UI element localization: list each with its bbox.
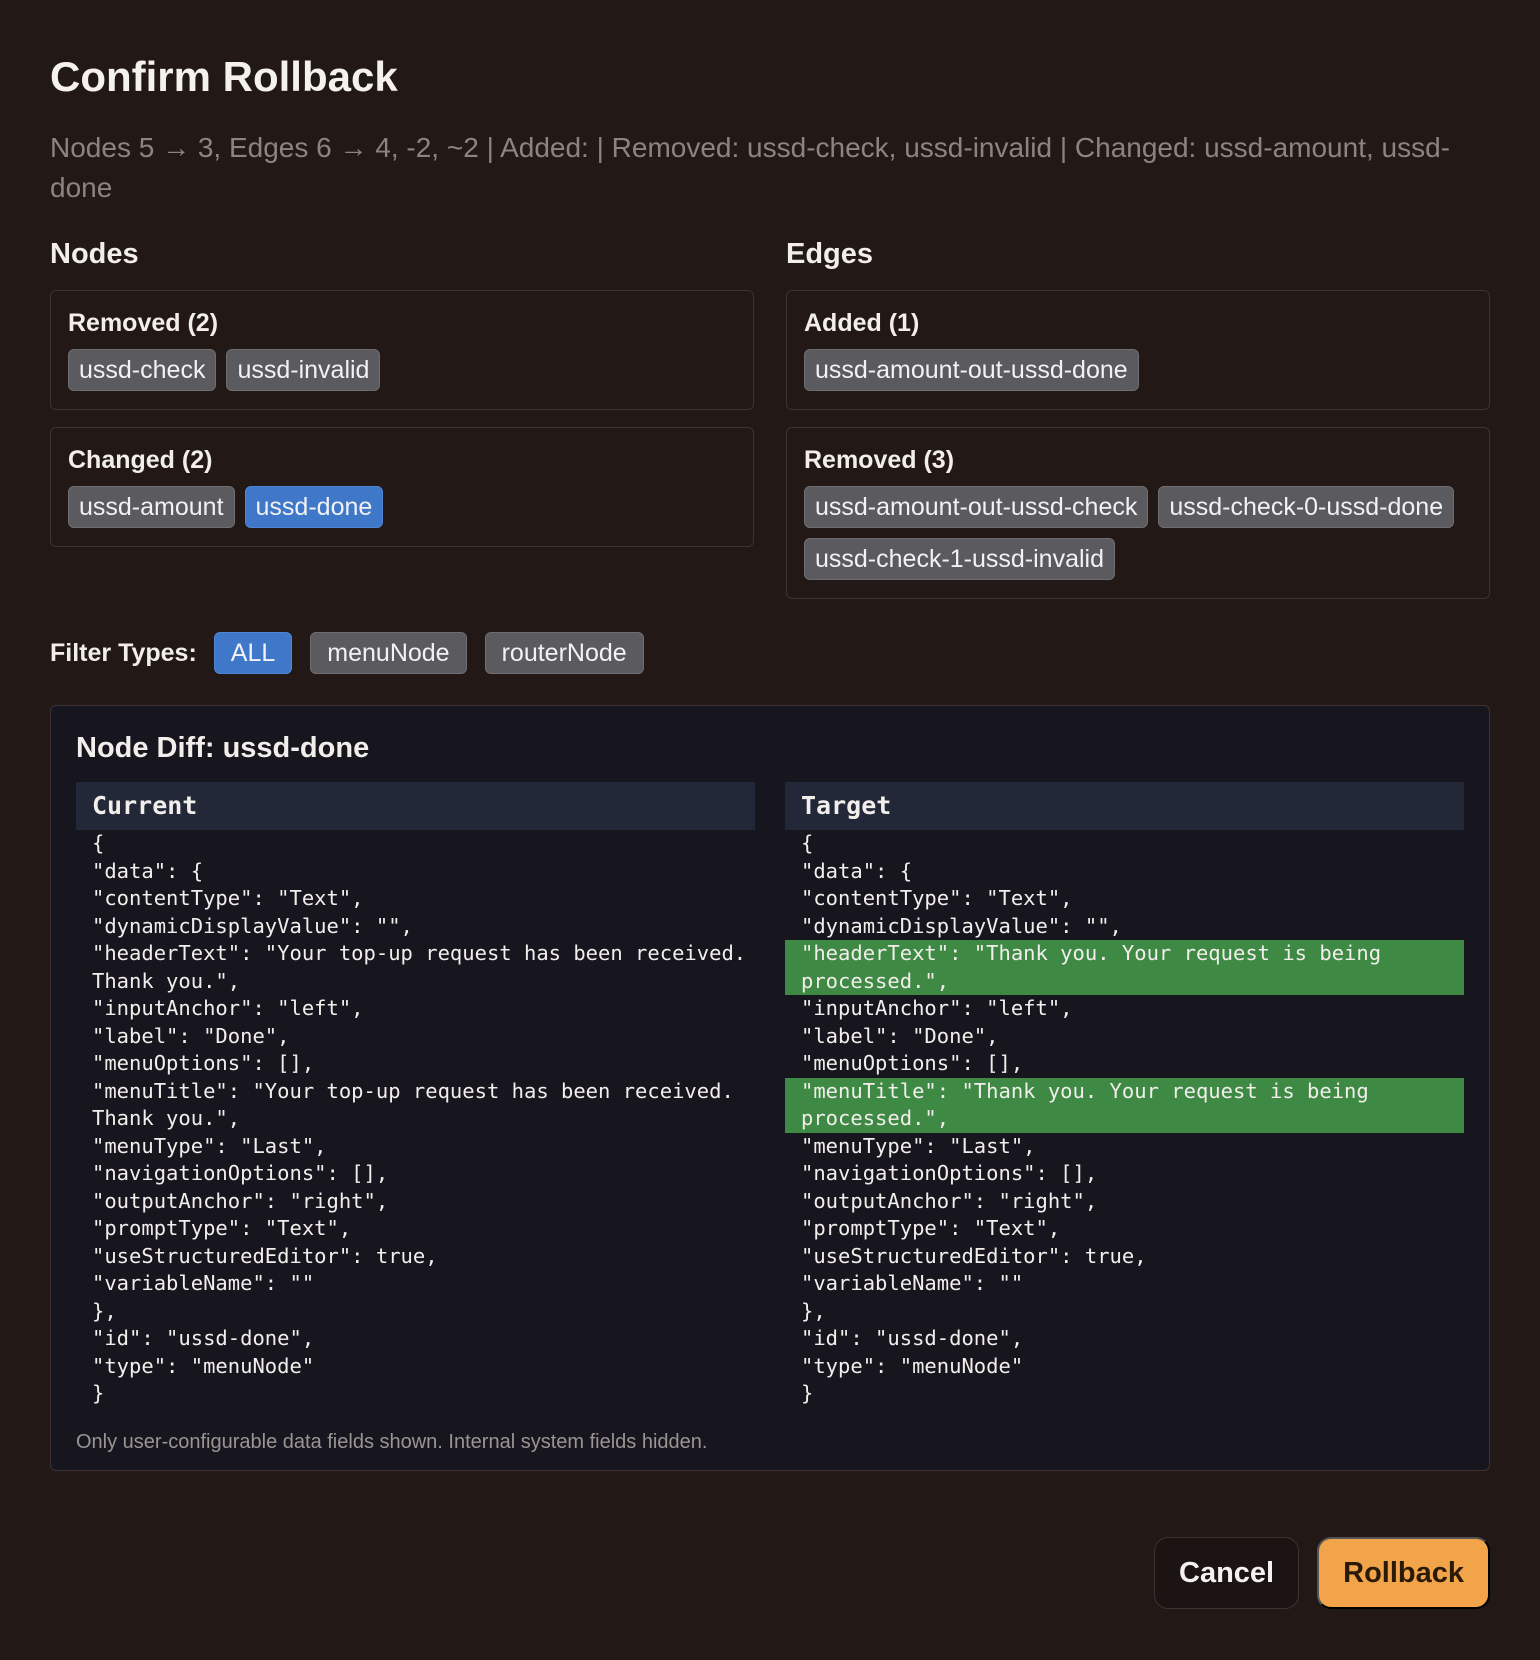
code-line: } (92, 1381, 105, 1405)
code-line: "menuType": "Last", (92, 1133, 327, 1158)
node-chip[interactable]: ussd-done (244, 486, 384, 528)
code-line: "variableName": "" (801, 1271, 1024, 1295)
dialog-title: Confirm Rollback (50, 53, 398, 100)
code-line: "menuTitle": "Your top-up request has be… (92, 1078, 747, 1131)
edge-chip[interactable]: ussd-amount-out-ussd-done (804, 349, 1139, 391)
edges-added-label: Added (1) (804, 309, 920, 337)
filter-menunode[interactable]: menuNode (310, 632, 467, 674)
dialog-actions: Cancel Rollback (1154, 1537, 1490, 1609)
edges-added-chips: ussd-amount-out-ussd-done (804, 349, 1473, 391)
filter-types-label: Filter Types: (50, 638, 197, 667)
code-line: "label": "Done", (92, 1023, 290, 1048)
edge-chip[interactable]: ussd-check-0-ussd-done (1158, 486, 1455, 528)
edges-removed-box: Removed (3) ussd-amount-out-ussd-check us… (786, 427, 1490, 599)
code-line: "dynamicDisplayValue": "", (92, 913, 413, 938)
code-line: "contentType": "Text", (801, 886, 1073, 910)
code-line: "outputAnchor": "right", (801, 1188, 1098, 1213)
code-line: "label": "Done", (801, 1023, 999, 1048)
edges-added-box: Added (1) ussd-amount-out-ussd-done (786, 290, 1490, 410)
code-line: "useStructuredEditor": true, (801, 1243, 1147, 1268)
nodes-column: Nodes Removed (2) ussd-check ussd-invalid… (50, 236, 754, 616)
rollback-button[interactable]: Rollback (1317, 1537, 1490, 1609)
code-line: "contentType": "Text", (92, 886, 364, 910)
diff-line-changed: "headerText": "Thank you. Your request i… (785, 940, 1464, 995)
code-line: "type": "menuNode" (801, 1353, 1024, 1378)
edges-column: Edges Added (1) ussd-amount-out-ussd-don… (786, 236, 1490, 616)
code-line: "navigationOptions": [], (801, 1161, 1098, 1185)
change-columns: Nodes Removed (2) ussd-check ussd-invalid… (50, 236, 1490, 616)
filter-routernode[interactable]: routerNode (484, 632, 644, 674)
code-line: "outputAnchor": "right", (92, 1188, 389, 1213)
node-chip[interactable]: ussd-amount (68, 486, 235, 528)
target-pane-header: Target (785, 782, 1464, 830)
node-diff-title: Node Diff: ussd-done (76, 732, 370, 764)
filter-buttons: ALL menuNode routerNode (213, 632, 662, 674)
code-line: "variableName": "" (92, 1271, 315, 1295)
code-line: "type": "menuNode" (92, 1353, 315, 1378)
code-line: "data": { (801, 858, 913, 883)
code-line: "id": "ussd-done", (92, 1326, 315, 1350)
nodes-removed-box: Removed (2) ussd-check ussd-invalid (50, 290, 754, 410)
nodes-changed-label: Changed (2) (68, 446, 213, 474)
edge-chip[interactable]: ussd-check-1-ussd-invalid (804, 538, 1116, 580)
edges-removed-label: Removed (3) (804, 446, 955, 474)
code-line: { (92, 831, 105, 855)
target-code: { "data": { "contentType": "Text", "dynamic… (785, 830, 1464, 1408)
code-line: "navigationOptions": [], (92, 1161, 389, 1185)
current-pane: Current { "data": { "contentType": "Text",… (76, 782, 755, 1408)
edges-removed-chips: ussd-amount-out-ussd-check ussd-check-0-u… (804, 486, 1473, 580)
code-line: "id": "ussd-done", (801, 1326, 1024, 1350)
code-line: "data": { (92, 858, 204, 883)
nodes-removed-label: Removed (2) (68, 309, 219, 337)
code-line: "inputAnchor": "left", (92, 996, 364, 1020)
code-line: "menuType": "Last", (801, 1133, 1036, 1158)
code-line: }, (801, 1298, 826, 1323)
code-line: "menuOptions": [], (801, 1051, 1024, 1075)
change-summary: Nodes 5 → 3, Edges 6 → 4, -2, ~2 | Added… (50, 132, 1450, 203)
diff-panes: Current { "data": { "contentType": "Text",… (76, 782, 1464, 1408)
code-line: "promptType": "Text", (801, 1216, 1061, 1240)
current-code: { "data": { "contentType": "Text", "dynamic… (76, 830, 755, 1408)
edges-heading: Edges (786, 238, 874, 270)
edge-chip[interactable]: ussd-amount-out-ussd-check (804, 486, 1149, 528)
node-chip[interactable]: ussd-check (68, 349, 217, 391)
nodes-changed-box: Changed (2) ussd-amount ussd-done (50, 427, 754, 547)
confirm-rollback-dialog: Confirm Rollback Nodes 5 → 3, Edges 6 → … (0, 0, 1540, 1660)
code-line: "headerText": "Your top-up request has b… (92, 941, 759, 993)
nodes-heading: Nodes (50, 238, 139, 270)
filter-all[interactable]: ALL (213, 632, 293, 674)
code-line: "promptType": "Text", (92, 1216, 352, 1240)
nodes-removed-chips: ussd-check ussd-invalid (68, 349, 737, 391)
diff-line-changed: "menuTitle": "Thank you. Your request is… (785, 1077, 1464, 1133)
code-line: "dynamicDisplayValue": "", (801, 913, 1122, 938)
code-line: "menuOptions": [], (92, 1051, 315, 1075)
code-line: "useStructuredEditor": true, (92, 1243, 438, 1268)
nodes-changed-chips: ussd-amount ussd-done (68, 486, 737, 528)
code-line: { (801, 831, 814, 855)
code-line: } (801, 1381, 814, 1405)
node-chip[interactable]: ussd-invalid (226, 349, 381, 391)
target-pane: Target { "data": { "contentType": "Text", "… (785, 782, 1464, 1408)
current-pane-header: Current (76, 782, 755, 830)
cancel-button[interactable]: Cancel (1154, 1537, 1300, 1609)
code-line: "inputAnchor": "left", (801, 996, 1073, 1020)
filter-types: Filter Types: ALL menuNode routerNode (50, 632, 1490, 674)
diff-footnote: Only user-configurable data fields shown… (76, 1431, 708, 1453)
code-line: }, (92, 1298, 117, 1323)
node-diff-panel: Node Diff: ussd-done Current { "data": { "… (50, 705, 1490, 1471)
